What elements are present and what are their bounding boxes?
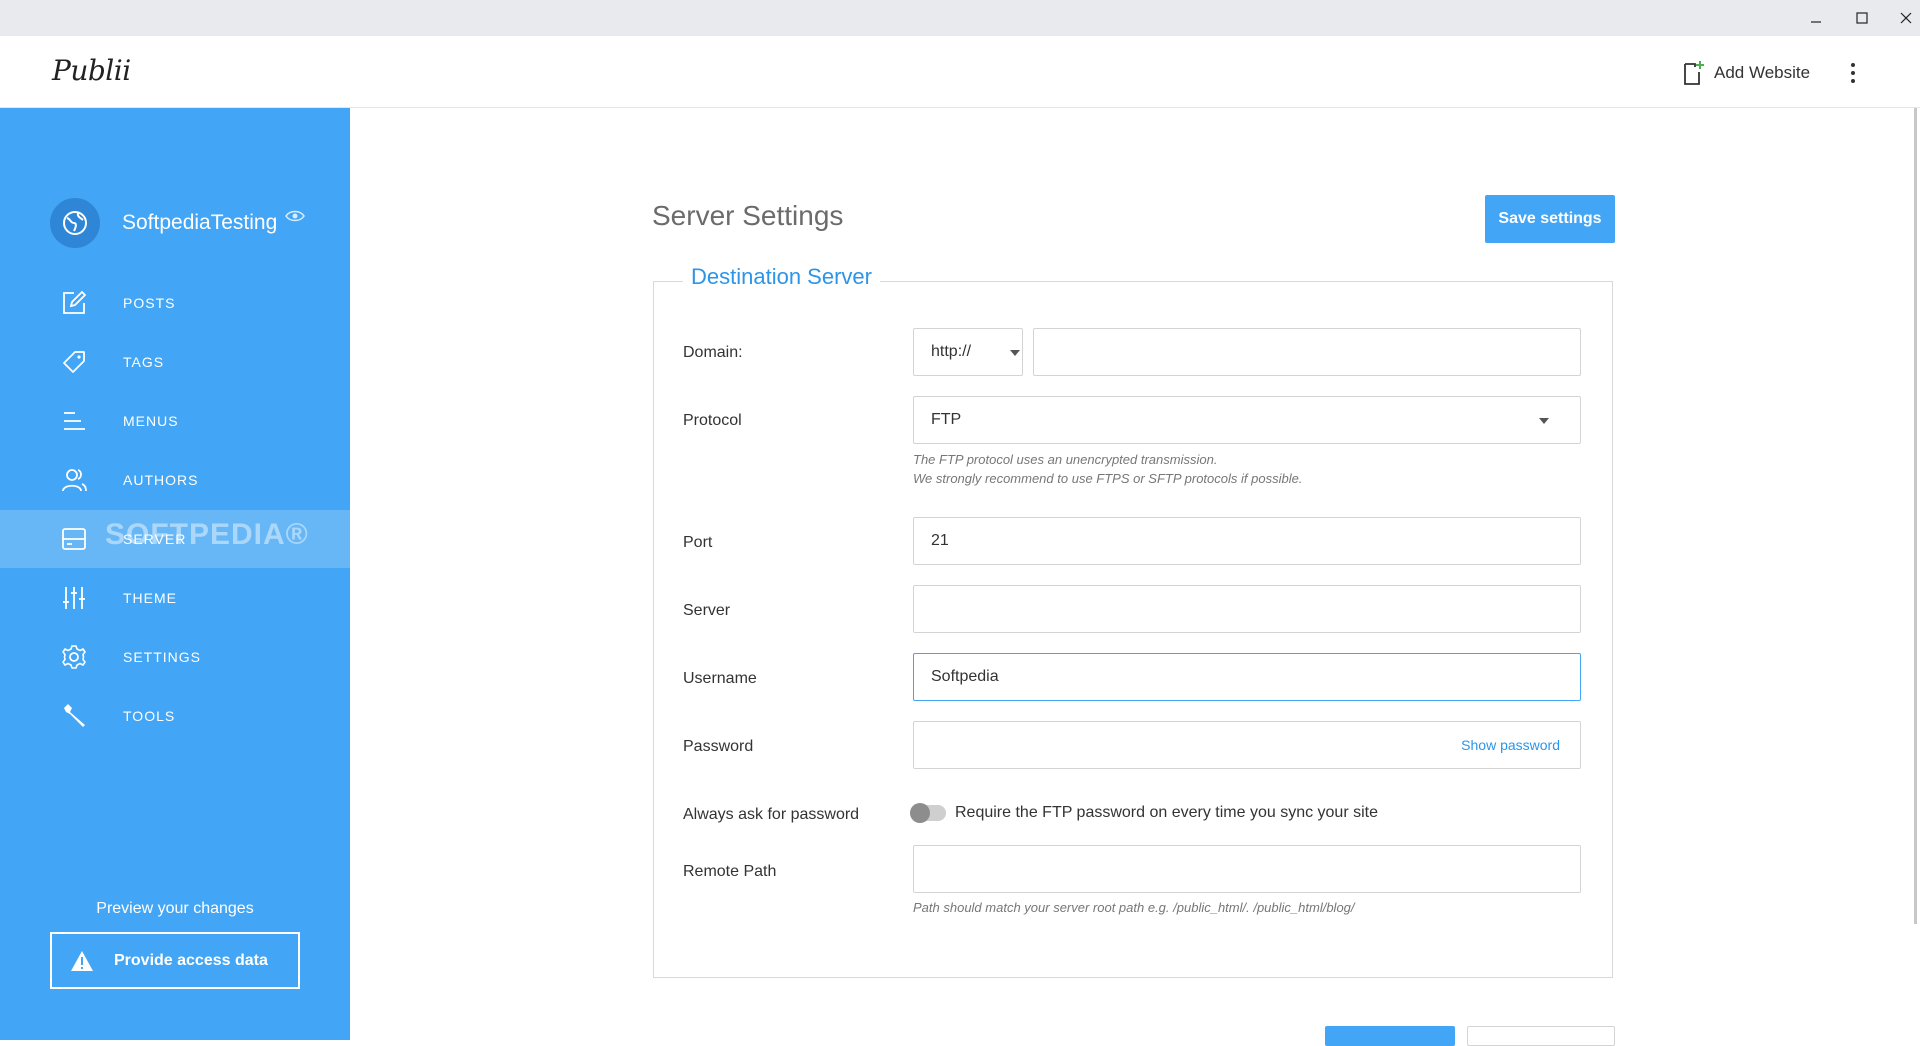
edit-icon — [60, 289, 88, 317]
domain-protocol-select[interactable]: http:// — [913, 328, 1023, 376]
port-label: Port — [683, 534, 713, 551]
sidebar-item-label: THEME — [123, 590, 177, 606]
always-ask-toggle-text: Require the FTP password on every time y… — [955, 804, 1378, 821]
sidebar-item-menus[interactable]: MENUS — [0, 392, 350, 450]
protocol-select[interactable]: FTP — [913, 396, 1581, 444]
gear-icon — [60, 643, 88, 671]
tag-icon — [60, 348, 88, 376]
save-settings-button[interactable]: Save settings — [1485, 195, 1615, 243]
protocol-label: Protocol — [683, 412, 742, 429]
sidebar-item-tags[interactable]: TAGS — [0, 333, 350, 391]
preview-text: Preview your changes — [96, 900, 254, 917]
protocol-help-text: The FTP protocol uses an unencrypted tra… — [913, 450, 1302, 488]
port-value: 21 — [931, 532, 949, 549]
main-scrollbar[interactable] — [1914, 108, 1917, 924]
minimize-icon — [1811, 21, 1821, 23]
server-icon — [60, 525, 88, 553]
remote-path-input[interactable] — [913, 845, 1581, 893]
menu-icon — [60, 407, 88, 435]
maximize-button[interactable] — [1839, 0, 1885, 36]
minimize-button[interactable] — [1793, 0, 1839, 36]
username-input[interactable]: Softpedia — [913, 653, 1581, 701]
close-icon — [1900, 12, 1912, 24]
site-switcher[interactable]: SoftpediaTesting — [50, 198, 306, 248]
password-label: Password — [683, 738, 754, 755]
sidebar-item-theme[interactable]: THEME — [0, 569, 350, 627]
always-ask-label: Always ask for password — [683, 806, 860, 823]
add-website-button[interactable]: Add Website — [1682, 58, 1810, 88]
provide-access-label: Provide access data — [114, 951, 268, 969]
bottom-primary-button[interactable] — [1325, 1026, 1455, 1046]
protocol-value: FTP — [931, 411, 962, 428]
section-title: Destination Server — [683, 264, 880, 290]
sidebar-item-settings[interactable]: SETTINGS — [0, 628, 350, 686]
site-avatar — [50, 198, 100, 248]
toggle-knob — [910, 803, 930, 823]
domain-label: Domain: — [683, 344, 743, 361]
close-window-button[interactable] — [1883, 0, 1920, 36]
eye-icon[interactable] — [285, 209, 306, 223]
add-document-icon — [1684, 61, 1704, 85]
username-label: Username — [683, 670, 757, 687]
bottom-secondary-button[interactable] — [1467, 1026, 1615, 1046]
port-input[interactable]: 21 — [913, 517, 1581, 565]
kebab-dot — [1851, 79, 1855, 83]
username-value: Softpedia — [931, 668, 999, 685]
domain-input[interactable] — [1033, 328, 1581, 376]
sidebar-item-tools[interactable]: TOOLS — [0, 687, 350, 745]
always-ask-toggle[interactable] — [910, 803, 946, 823]
sidebar-item-label: MENUS — [123, 413, 179, 429]
warning-icon — [71, 950, 93, 971]
sidebar-item-authors[interactable]: AUTHORS — [0, 451, 350, 509]
remote-path-help: Path should match your server root path … — [913, 900, 1355, 915]
wrench-icon — [60, 702, 88, 730]
password-input[interactable]: Show password — [913, 721, 1581, 769]
sidebar-item-label: TOOLS — [123, 708, 176, 724]
provide-access-button[interactable]: Provide access data — [50, 932, 300, 989]
more-options-button[interactable] — [1844, 58, 1862, 88]
remote-path-label: Remote Path — [683, 863, 777, 880]
chevron-down-icon — [1539, 418, 1549, 424]
sidebar-item-label: AUTHORS — [123, 472, 199, 488]
sidebar-item-label: SERVER — [123, 531, 187, 547]
sidebar-item-label: POSTS — [123, 295, 176, 311]
add-website-label: Add Website — [1714, 63, 1811, 82]
sidebar-item-label: SETTINGS — [123, 649, 202, 665]
globe-icon — [63, 211, 87, 235]
kebab-dot — [1851, 63, 1855, 67]
window-titlebar — [0, 0, 1920, 36]
app-header: Publii Add Website — [0, 36, 1920, 108]
protocol-help-line: The FTP protocol uses an unencrypted tra… — [913, 452, 1218, 467]
sliders-icon — [60, 584, 88, 612]
site-name: SoftpediaTesting — [122, 211, 278, 234]
server-input[interactable] — [913, 585, 1581, 633]
sidebar-item-label: TAGS — [123, 354, 165, 370]
show-password-link[interactable]: Show password — [1461, 737, 1560, 753]
server-label: Server — [683, 602, 731, 619]
sidebar-item-server[interactable]: SERVER — [0, 510, 350, 568]
authors-icon — [60, 466, 88, 494]
app-logo[interactable]: Publii — [52, 54, 131, 87]
maximize-icon — [1856, 12, 1868, 24]
sidebar: SoftpediaTesting POSTS TAGS MENUS AUTHOR… — [0, 108, 350, 1040]
kebab-dot — [1851, 71, 1855, 75]
chevron-down-icon — [1010, 350, 1020, 356]
sidebar-item-posts[interactable]: POSTS — [0, 274, 350, 332]
page-title: Server Settings — [652, 200, 844, 231]
protocol-help-line: We strongly recommend to use FTPS or SFT… — [913, 471, 1303, 486]
domain-protocol-value: http:// — [931, 343, 972, 360]
